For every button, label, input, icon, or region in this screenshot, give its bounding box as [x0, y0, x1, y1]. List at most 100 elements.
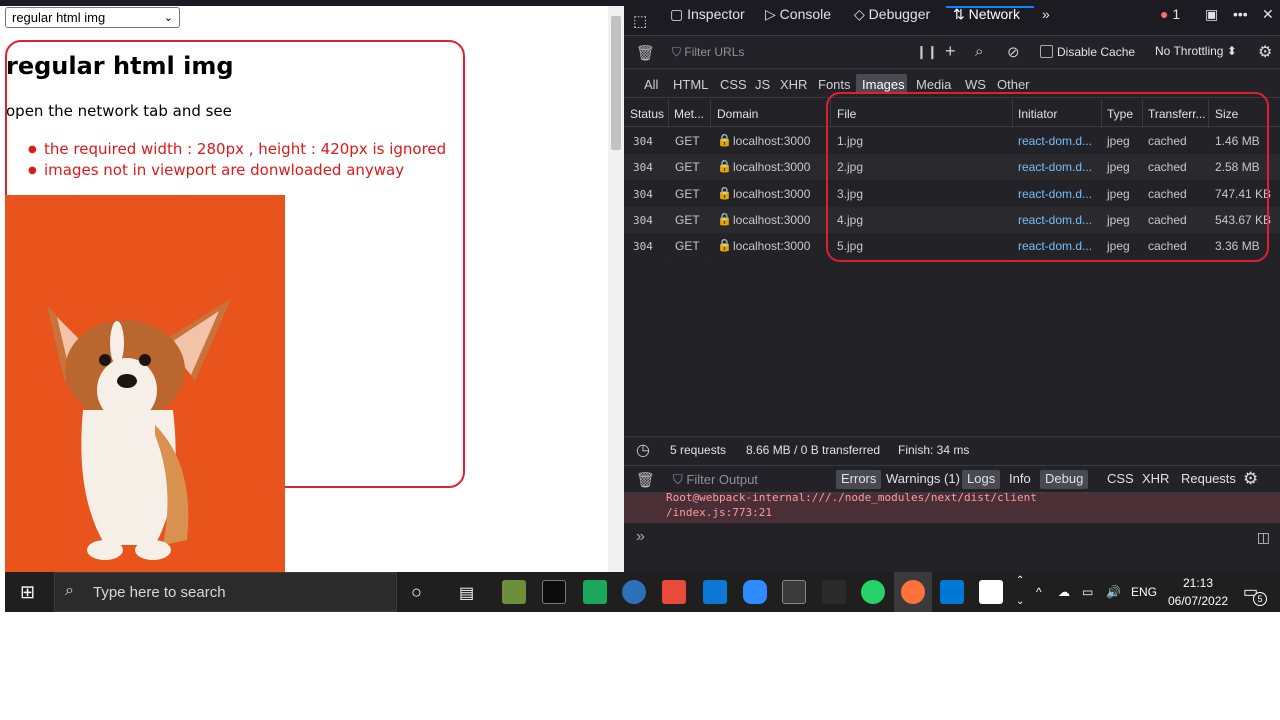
level-warnings[interactable]: Warnings (1) [881, 470, 965, 489]
type-filter-css[interactable]: CSS [720, 77, 747, 92]
taskbar-search-box[interactable]: ⌕ Type here to search [54, 572, 397, 612]
level-debug[interactable]: Debug [1040, 470, 1089, 489]
highlight-box-table [826, 92, 1269, 262]
column-domain[interactable]: Domain [717, 107, 758, 121]
throttling-value: No Throttling [1155, 44, 1224, 58]
more-tabs-icon[interactable]: » [1042, 6, 1050, 22]
element-picker-icon[interactable]: ⬚ [633, 12, 647, 30]
search-icon[interactable]: ⌕ [975, 43, 983, 60]
taskbar-scroll-up-icon[interactable]: ⌃ [1016, 575, 1024, 586]
demo-select[interactable]: regular html img ⌄ [5, 7, 180, 28]
kind-requests[interactable]: Requests [1176, 470, 1241, 489]
clear-console-icon[interactable]: 🗑 [636, 471, 655, 489]
network-tray-icon[interactable]: ▭ [1082, 585, 1093, 599]
row-status: 304 [633, 240, 653, 253]
taskbar-scroll-down-icon[interactable]: ⌄ [1016, 596, 1024, 607]
tab-console[interactable]: ▷ Console [765, 6, 831, 23]
dog-image [5, 195, 285, 572]
console-error-message[interactable]: Root@webpack-internal:///./node_modules/… [624, 491, 1280, 523]
column-method[interactable]: Met... [674, 107, 704, 121]
filter-icon: ⛉ [673, 472, 683, 487]
kind-xhr[interactable]: XHR [1137, 470, 1174, 489]
zoom-icon[interactable] [743, 580, 767, 604]
powershell-icon[interactable] [782, 580, 806, 604]
plus-icon[interactable]: + [945, 41, 956, 62]
type-filter-ws[interactable]: WS [965, 77, 986, 92]
language-indicator[interactable]: ENG [1131, 585, 1157, 599]
tab-console-label: Console [779, 6, 832, 22]
type-filter-fonts[interactable]: Fonts [818, 77, 851, 92]
type-filter-html[interactable]: HTML [673, 77, 708, 92]
type-filter-xhr[interactable]: XHR [780, 77, 807, 92]
block-icon[interactable]: ⊘ [1007, 43, 1020, 61]
vscode-icon[interactable] [940, 580, 964, 604]
lock-icon: 🔒 [717, 238, 732, 252]
tab-network[interactable]: ⇅ Network [953, 6, 1020, 23]
vpn-icon[interactable] [703, 580, 727, 604]
type-filter-images[interactable]: Images [862, 77, 905, 92]
tab-debugger[interactable]: ◇ Debugger [854, 6, 930, 23]
firefox-icon[interactable] [901, 580, 925, 604]
row-method: GET [675, 160, 700, 174]
row-domain: localhost:3000 [733, 239, 811, 253]
type-filter-js[interactable]: JS [755, 77, 770, 92]
disable-cache-checkbox[interactable] [1040, 45, 1053, 58]
lock-icon: 🔒 [717, 159, 732, 173]
close-icon[interactable]: ✕ [1262, 6, 1274, 23]
type-filter-other[interactable]: Other [997, 77, 1030, 92]
level-logs[interactable]: Logs [962, 470, 1001, 489]
summary-requests: 5 requests [670, 443, 727, 457]
split-console-icon[interactable]: ◫ [1257, 529, 1270, 546]
throttling-select[interactable]: No Throttling ⬍ [1155, 44, 1237, 58]
recorder-icon[interactable] [662, 580, 686, 604]
row-method: GET [675, 239, 700, 253]
tab-inspector-label: Inspector [687, 6, 745, 22]
filter-icon: ⛉ [672, 45, 682, 59]
error-indicator[interactable]: ● 1 [1160, 6, 1180, 22]
type-filter-all[interactable]: All [644, 77, 658, 92]
lock-icon: 🔒 [717, 186, 732, 200]
clock-date[interactable]: 06/07/2022 [1168, 594, 1228, 608]
more-options-icon[interactable]: ••• [1233, 6, 1248, 22]
onedrive-icon[interactable]: ☁ [1058, 585, 1070, 599]
level-errors[interactable]: Errors [836, 470, 882, 489]
corgi-picture [5, 195, 285, 572]
scrollbar-thumb[interactable] [611, 16, 621, 150]
camtasia-icon[interactable] [583, 580, 607, 604]
console-input[interactable]: » ◫ [624, 524, 1280, 554]
windows-start-icon[interactable]: ⊞ [20, 582, 35, 603]
filter-urls-input[interactable]: ⛉ Filter URLs [672, 45, 744, 60]
notes-list: the required width : 280px , height : 42… [28, 139, 446, 181]
volume-icon[interactable]: 🔊 [1106, 585, 1121, 599]
type-filter-media[interactable]: Media [916, 77, 951, 92]
dock-icon[interactable]: ▣ [1205, 6, 1218, 23]
trash-icon[interactable]: 🗑 [636, 44, 655, 62]
lock-icon: 🔒 [717, 212, 732, 226]
page-heading: regular html img [6, 52, 234, 80]
notepad-plus-icon[interactable] [502, 580, 526, 604]
mongodb-icon[interactable] [979, 580, 1003, 604]
terminal-icon[interactable] [542, 580, 566, 604]
network-icon: ⇅ [953, 6, 965, 22]
row-status: 304 [633, 161, 653, 174]
cortana-icon[interactable]: ○ [411, 582, 422, 603]
pause-icon[interactable]: ❙❙ [916, 44, 938, 60]
task-view-icon[interactable]: ▤ [459, 583, 474, 603]
page-scrollbar[interactable] [608, 6, 624, 572]
column-status[interactable]: Status [630, 107, 664, 121]
console-settings-icon[interactable]: ⚙ [1243, 469, 1258, 489]
tab-debugger-label: Debugger [868, 6, 931, 22]
network-settings-icon[interactable]: ⚙ [1258, 42, 1272, 62]
tab-inspector[interactable]: ▢ Inspector [670, 6, 745, 23]
taskbar-search-placeholder: Type here to search [93, 584, 226, 601]
inkscape-icon[interactable] [822, 580, 846, 604]
globe-app-icon[interactable] [622, 580, 646, 604]
row-domain: localhost:3000 [733, 160, 811, 174]
tray-expand-icon[interactable]: ^ [1036, 585, 1042, 599]
clock-time[interactable]: 21:13 [1183, 576, 1213, 590]
whatsapp-icon[interactable] [861, 580, 885, 604]
level-info[interactable]: Info [1004, 470, 1036, 489]
filter-output-input[interactable]: ⛉ Filter Output [673, 472, 758, 488]
prompt-chevron-icon: » [636, 528, 645, 545]
kind-css[interactable]: CSS [1102, 470, 1139, 489]
